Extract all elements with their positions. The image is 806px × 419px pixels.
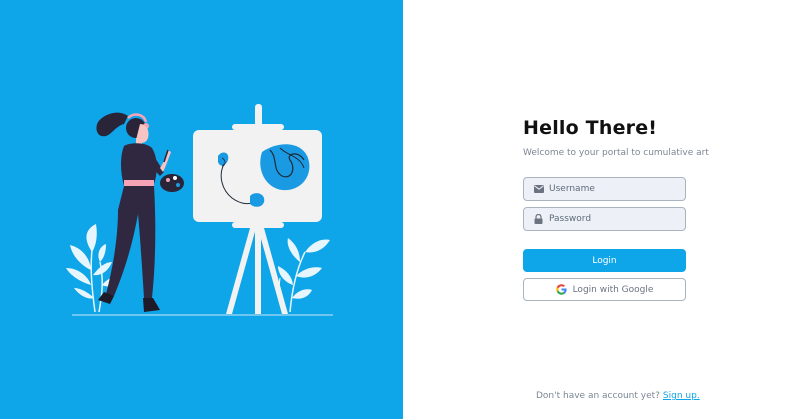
illustration-panel xyxy=(0,0,403,419)
google-icon xyxy=(555,284,567,295)
password-input[interactable] xyxy=(549,214,679,224)
google-button-label: Login with Google xyxy=(572,284,654,295)
page-title: Hello There! xyxy=(523,117,658,139)
username-field[interactable] xyxy=(523,177,686,201)
envelope-icon xyxy=(533,184,544,195)
password-field[interactable] xyxy=(523,207,686,231)
artist-painting-illustration xyxy=(66,104,333,316)
username-input[interactable] xyxy=(549,184,679,194)
login-panel: Hello There! Welcome to your portal to c… xyxy=(403,0,806,419)
lock-icon xyxy=(533,214,544,225)
signup-link[interactable]: Sign up. xyxy=(663,391,700,401)
login-form: Hello There! Welcome to your portal to c… xyxy=(523,117,709,301)
page-subtitle: Welcome to your portal to cumulative art xyxy=(523,148,709,158)
google-login-button[interactable]: Login with Google xyxy=(523,278,686,301)
signup-prompt: Don't have an account yet? Sign up. xyxy=(536,391,700,401)
signup-text: Don't have an account yet? xyxy=(536,391,660,401)
login-button[interactable]: Login xyxy=(523,249,686,272)
